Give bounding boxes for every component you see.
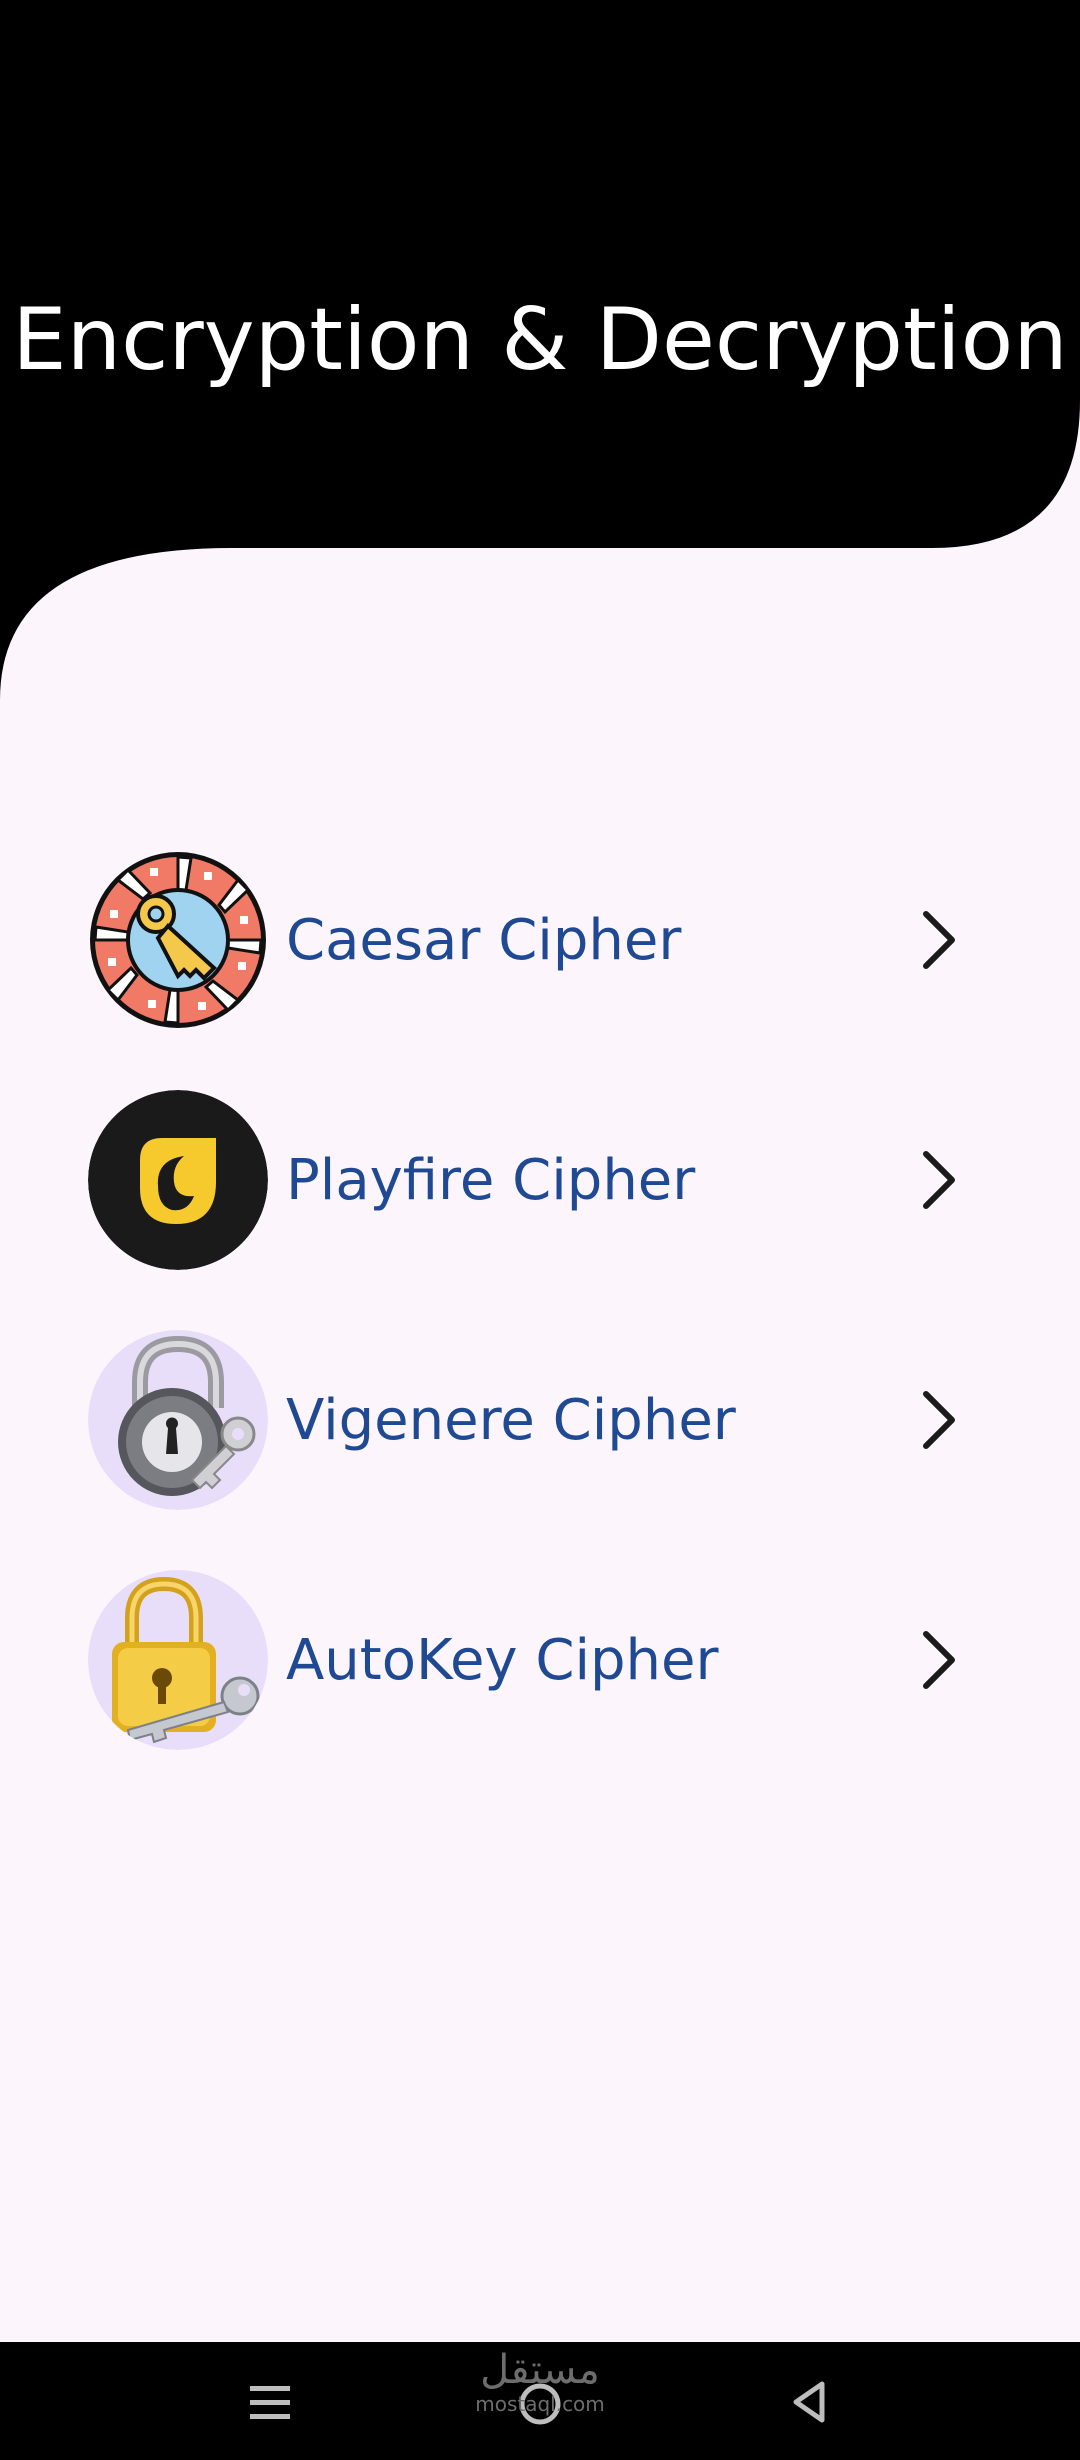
combination-lock-key-icon [88, 1330, 268, 1510]
list-item-autokey-cipher[interactable]: AutoKey Cipher [88, 1570, 1008, 1750]
item-label: Caesar Cipher [286, 907, 682, 973]
back-icon[interactable] [770, 2364, 850, 2440]
chevron-right-icon [923, 911, 955, 969]
chevron-right-icon [923, 1151, 955, 1209]
page-title: Encryption & Decryption [12, 290, 1068, 390]
list-item-vigenere-cipher[interactable]: Vigenere Cipher [88, 1330, 1008, 1510]
flame-logo-icon [88, 1090, 268, 1270]
item-label: Playfire Cipher [286, 1147, 696, 1213]
chevron-right-icon [923, 1391, 955, 1449]
cipher-list: Caesar Cipher Playfire Cipher Vigenere C… [88, 850, 1008, 1810]
list-item-caesar-cipher[interactable]: Caesar Cipher [88, 850, 1008, 1030]
gold-padlock-key-icon [88, 1570, 268, 1750]
item-label: Vigenere Cipher [286, 1387, 736, 1453]
watermark-text: mostaql.com [475, 2392, 605, 2416]
wheel-key-icon [88, 850, 268, 1030]
watermark-logo: مستقل [480, 2347, 600, 2393]
list-item-playfire-cipher[interactable]: Playfire Cipher [88, 1090, 1008, 1270]
item-label: AutoKey Cipher [286, 1627, 719, 1693]
chevron-right-icon [923, 1631, 955, 1689]
app-screen: Encryption & Decryption Caesar Cipher Pl… [0, 0, 1080, 2460]
menu-icon[interactable] [230, 2364, 310, 2440]
